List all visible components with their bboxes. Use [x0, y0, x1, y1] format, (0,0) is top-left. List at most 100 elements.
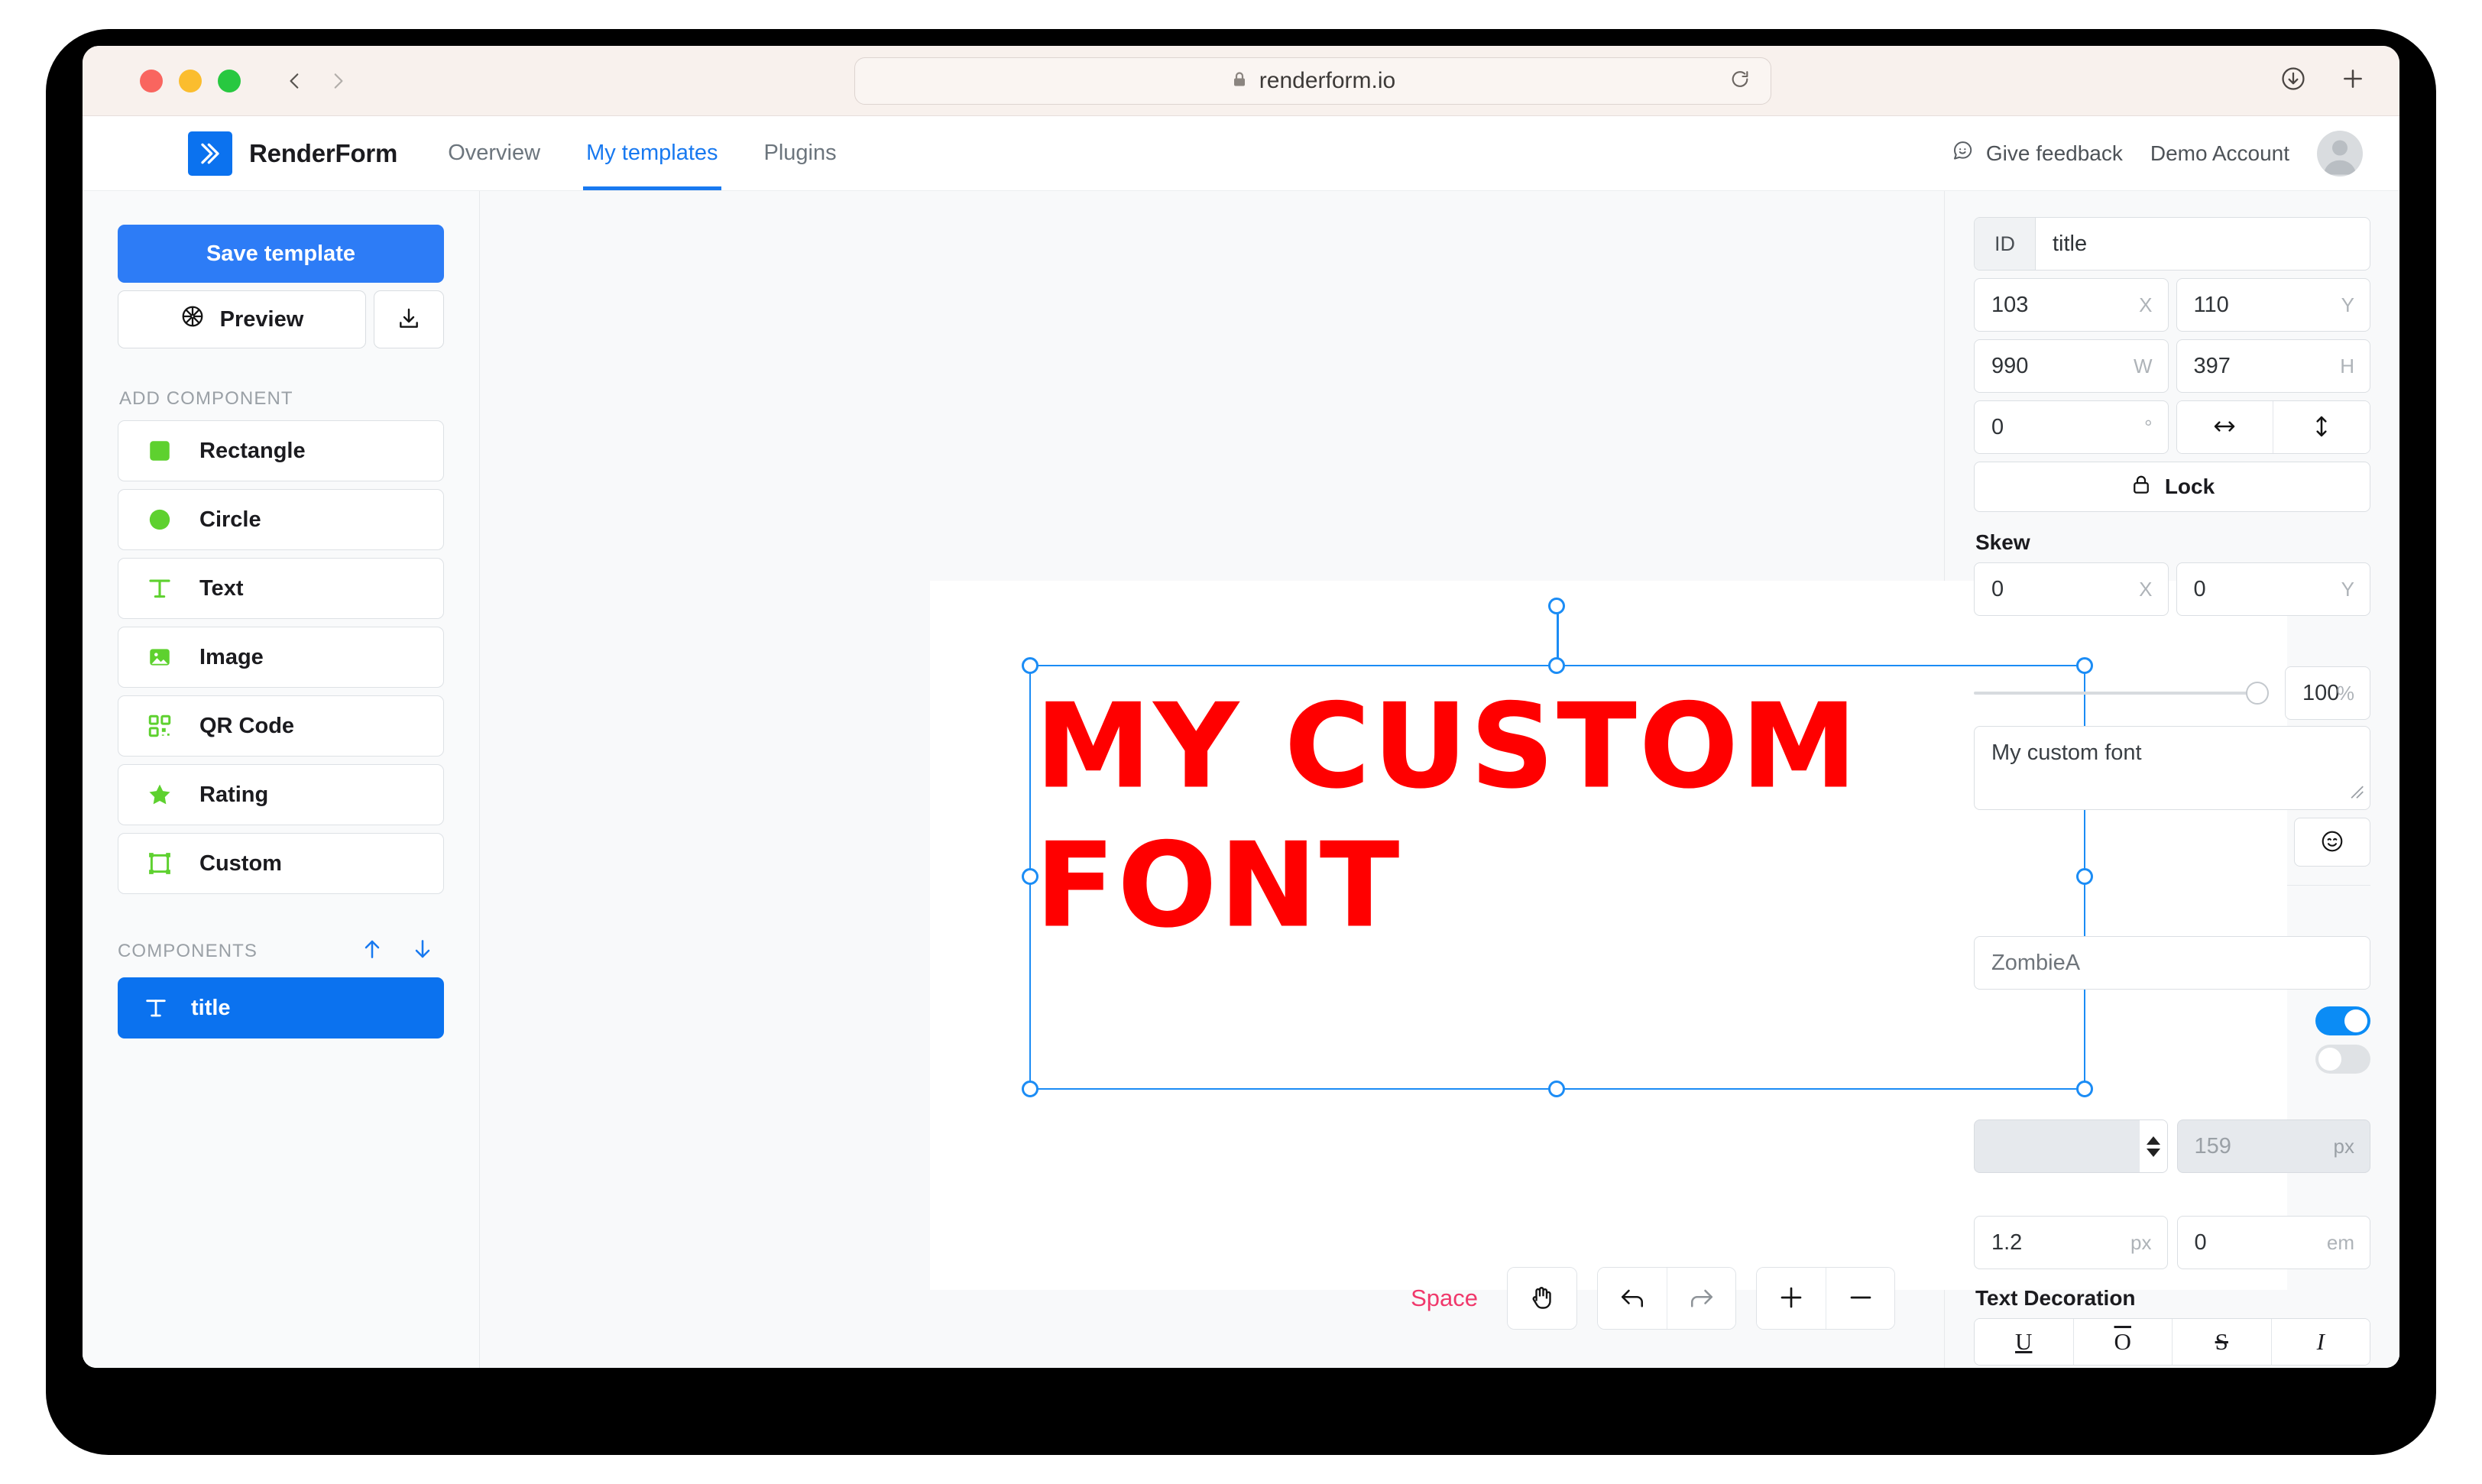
pan-tool-button[interactable] — [1508, 1268, 1576, 1329]
dynamic-font-size-limits-toggle[interactable] — [2315, 1045, 2370, 1074]
aperture-icon — [180, 304, 205, 335]
download-button[interactable] — [374, 290, 444, 348]
header-right: Give feedback Demo Account — [1951, 130, 2363, 177]
overline-button[interactable]: O — [2072, 1319, 2172, 1365]
renderform-logo-icon[interactable] — [188, 131, 232, 176]
canvas-area[interactable]: MY CUSTOM FONT Space — [480, 191, 2287, 1368]
save-template-button[interactable]: Save template — [118, 225, 444, 283]
back-icon[interactable] — [285, 71, 305, 91]
canvas-text[interactable]: MY CUSTOM FONT — [1035, 677, 2090, 956]
rotation-input[interactable]: 0 ° — [1974, 400, 2169, 454]
add-qrcode-button[interactable]: QR Code — [118, 695, 444, 757]
y-unit: Y — [2341, 293, 2354, 316]
tab-my-templates[interactable]: My templates — [583, 116, 721, 190]
url-text: renderform.io — [1259, 68, 1396, 93]
give-feedback-button[interactable]: Give feedback — [1951, 139, 2123, 167]
download-icon — [397, 306, 421, 333]
app-header: RenderForm Overview My templates Plugins… — [83, 116, 2399, 191]
app-body: Save template Preview ADD COMPONENT Rect… — [83, 191, 2399, 1368]
downloads-icon[interactable] — [2280, 66, 2306, 96]
font-size-value: 159 — [2194, 1133, 2231, 1158]
width-value: 990 — [1991, 353, 2029, 378]
undo-button[interactable] — [1598, 1268, 1667, 1329]
text-t-icon — [146, 575, 173, 602]
add-rating-button[interactable]: Rating — [118, 764, 444, 825]
resize-handle-middle-left[interactable] — [1022, 868, 1038, 885]
strikethrough-button[interactable]: S — [2172, 1319, 2271, 1365]
width-input[interactable]: 990 W — [1974, 339, 2169, 393]
x-input[interactable]: 103 X — [1974, 278, 2169, 332]
opacity-slider[interactable] — [1974, 682, 2269, 705]
lock-button[interactable]: Lock — [1974, 462, 2370, 512]
preview-button[interactable]: Preview — [118, 290, 366, 348]
resize-handle-middle-right[interactable] — [2076, 868, 2093, 885]
flip-vertical-button[interactable] — [2273, 401, 2370, 453]
text-content-input[interactable]: My custom font — [1974, 726, 2370, 810]
dynamic-font-size-scaling-toggle[interactable] — [2315, 1006, 2370, 1035]
underline-button[interactable]: U — [1975, 1319, 2073, 1365]
canvas-sheet[interactable]: MY CUSTOM FONT — [930, 581, 2287, 1290]
maximize-window-button[interactable] — [218, 69, 241, 92]
new-tab-icon[interactable] — [2340, 66, 2366, 96]
zoom-out-button[interactable] — [1826, 1268, 1894, 1329]
resize-grip-icon[interactable] — [2348, 781, 2365, 806]
id-input[interactable]: title — [2036, 218, 2370, 270]
add-rectangle-button[interactable]: Rectangle — [118, 420, 444, 481]
opacity-slider-thumb[interactable] — [2246, 682, 2269, 705]
resize-handle-top-right[interactable] — [2076, 657, 2093, 674]
zoom-group — [1756, 1267, 1895, 1330]
resize-handle-top-center[interactable] — [1548, 657, 1565, 674]
resize-handle-bottom-right[interactable] — [2076, 1081, 2093, 1097]
reload-icon[interactable] — [1729, 69, 1751, 94]
add-circle-button[interactable]: Circle — [118, 489, 444, 550]
y-input[interactable]: 110 Y — [2176, 278, 2370, 332]
close-window-button[interactable] — [140, 69, 163, 92]
selection-box[interactable]: MY CUSTOM FONT — [1022, 598, 2093, 1097]
font-input[interactable]: ZombieA — [1974, 936, 2370, 990]
kerning-input[interactable]: 0 em — [2176, 1216, 2370, 1269]
resize-handle-bottom-left[interactable] — [1022, 1081, 1038, 1097]
arrow-up-icon[interactable] — [360, 937, 384, 965]
tab-plugins[interactable]: Plugins — [761, 116, 840, 190]
italic-button[interactable]: I — [2270, 1319, 2370, 1365]
address-bar[interactable]: renderform.io — [854, 57, 1771, 105]
line-height-input[interactable]: 1.2 px — [1974, 1216, 2168, 1269]
rotate-handle[interactable] — [1548, 598, 1565, 614]
emoji-picker-button[interactable] — [2294, 818, 2370, 867]
line-height-value: 1.2 — [1991, 1230, 2023, 1255]
resize-handle-bottom-center[interactable] — [1548, 1081, 1565, 1097]
browser-toolbar: renderform.io — [83, 46, 2399, 116]
lock-icon — [2130, 473, 2153, 501]
width-unit: W — [2133, 354, 2153, 377]
layer-item-title[interactable]: title — [118, 977, 444, 1038]
opacity-unit: % — [2336, 681, 2354, 705]
rotation-value: 0 — [1991, 414, 2004, 439]
height-input[interactable]: 397 H — [2176, 339, 2370, 393]
arrow-down-icon[interactable] — [410, 937, 435, 965]
opacity-input[interactable]: 100 % — [2285, 666, 2370, 720]
component-label: Custom — [199, 851, 282, 876]
add-custom-button[interactable]: Custom — [118, 833, 444, 894]
user-avatar-icon[interactable] — [2317, 130, 2363, 177]
redo-button[interactable] — [1667, 1268, 1735, 1329]
text-content-value: My custom font — [1991, 740, 2142, 765]
flip-horizontal-button[interactable] — [2176, 401, 2273, 453]
account-name[interactable]: Demo Account — [2150, 141, 2289, 166]
font-weight-select[interactable] — [1974, 1119, 2168, 1173]
resize-handle-top-left[interactable] — [1022, 657, 1038, 674]
zoom-in-button[interactable] — [1757, 1268, 1826, 1329]
spinner-up-icon — [2146, 1136, 2160, 1145]
id-field-row: ID title — [1974, 217, 2370, 271]
tab-overview[interactable]: Overview — [445, 116, 543, 190]
star-icon — [146, 781, 173, 808]
spinner-icon[interactable] — [2139, 1120, 2167, 1172]
add-image-button[interactable]: Image — [118, 627, 444, 688]
minimize-window-button[interactable] — [179, 69, 202, 92]
component-label: Text — [199, 575, 244, 601]
add-text-button[interactable]: Text — [118, 558, 444, 619]
skew-y-input[interactable]: 0 Y — [2176, 562, 2370, 616]
browser-chrome-right — [2280, 66, 2366, 96]
forward-icon[interactable] — [328, 71, 348, 91]
component-label: Rectangle — [199, 438, 306, 463]
skew-x-input[interactable]: 0 X — [1974, 562, 2169, 616]
